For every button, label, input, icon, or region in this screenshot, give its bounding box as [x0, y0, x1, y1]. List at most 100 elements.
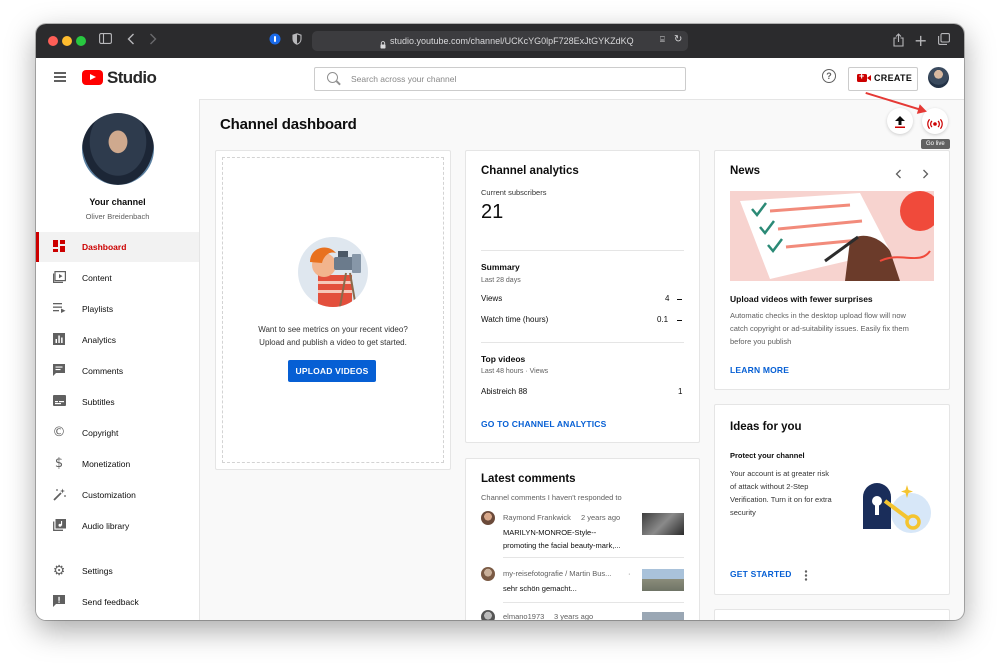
news-card: News Upload videos with fewer surprises — [714, 150, 950, 390]
ideas-body-line: Your account is at greater risk — [730, 469, 829, 478]
address-bar[interactable]: studio.youtube.com/channel/UCKcYG0lpF728… — [312, 31, 688, 51]
sidebar-item-content[interactable]: Content — [36, 263, 199, 293]
sidebar-item-comments[interactable]: Comments — [36, 356, 199, 386]
sidebar-item-monetization[interactable]: $ Monetization — [36, 449, 199, 479]
comments-subtitle: Channel comments I haven't responded to — [481, 493, 622, 502]
comment-time: 3 years ago — [554, 612, 594, 620]
sidebar-item-subtitles[interactable]: Subtitles — [36, 387, 199, 417]
minimize-window-button[interactable] — [62, 36, 72, 46]
comments-icon — [52, 364, 66, 378]
ideas-subtitle: Protect your channel — [730, 451, 805, 460]
feedback-icon — [52, 595, 66, 609]
comment-author[interactable]: my-reisefotografie / Martin Bus... — [503, 569, 611, 578]
monetization-icon: $ — [54, 456, 64, 471]
comment-time-dot: · — [628, 569, 631, 578]
sidebar-icon[interactable] — [98, 33, 112, 49]
upload-videos-card: Want to see metrics on your recent video… — [215, 150, 451, 470]
analytics-icon — [52, 333, 66, 347]
chevron-right-icon[interactable] — [921, 166, 929, 184]
comment-author[interactable]: Raymond Frankwick — [503, 513, 571, 522]
sidebar-item-analytics[interactable]: Analytics — [36, 325, 199, 355]
upload-hint-line1: Want to see metrics on your recent video… — [258, 325, 408, 334]
sidebar-item-label: Subtitles — [82, 397, 115, 407]
next-card — [714, 609, 950, 620]
playlists-icon — [52, 302, 66, 316]
comment-author[interactable]: elmano1973 — [503, 612, 544, 620]
sidebar-item-dashboard[interactable]: Dashboard — [36, 232, 199, 262]
close-window-button[interactable] — [48, 36, 58, 46]
go-live-tooltip: Go live — [921, 139, 950, 149]
video-camera-icon — [857, 71, 871, 82]
video-thumbnail[interactable] — [642, 513, 684, 535]
sidebar-item-label: Send feedback — [82, 597, 139, 607]
account-avatar[interactable] — [928, 67, 949, 88]
shield-icon[interactable] — [291, 33, 303, 49]
sidebar-item-settings[interactable]: ⚙ Settings — [36, 556, 199, 586]
comments-title: Latest comments — [481, 473, 576, 485]
news-body-line: catch copyright or ad-suitability issues… — [730, 324, 909, 333]
password-icon[interactable] — [268, 33, 282, 49]
ideas-body-line: security — [730, 508, 756, 517]
dashboard-icon — [52, 240, 66, 254]
create-button[interactable]: CREATE — [848, 67, 918, 91]
search-input[interactable] — [351, 71, 671, 86]
learn-more-link[interactable]: LEARN MORE — [730, 365, 789, 375]
sidebar-item-label: Monetization — [82, 459, 131, 469]
search-box[interactable] — [314, 67, 686, 91]
commenter-avatar[interactable] — [481, 610, 495, 620]
top-video-views: 1 — [678, 387, 683, 396]
upload-button[interactable] — [887, 108, 913, 134]
views-value: 4 — [665, 294, 670, 303]
trend-dash — [677, 299, 682, 300]
more-options-icon[interactable] — [804, 568, 808, 586]
forward-icon[interactable] — [148, 33, 158, 49]
channel-owner-name: Oliver Breidenbach — [85, 212, 150, 221]
sidebar-item-copyright[interactable]: © Copyright — [36, 418, 199, 448]
ideas-body-line: of attack without 2-Step — [730, 482, 809, 491]
channel-analytics-card: Channel analytics Current subscribers 21… — [465, 150, 700, 443]
commenter-avatar[interactable] — [481, 567, 495, 581]
go-to-analytics-link[interactable]: GO TO CHANNEL ANALYTICS — [481, 419, 607, 429]
sidebar-item-label: Customization — [82, 490, 136, 500]
sidebar-item-label: Audio library — [82, 521, 130, 531]
sidebar-item-customization[interactable]: Customization — [36, 480, 199, 510]
get-started-link[interactable]: GET STARTED — [730, 569, 792, 579]
sidebar-item-send-feedback[interactable]: Send feedback — [36, 587, 199, 617]
sidebar-item-playlists[interactable]: Playlists — [36, 294, 199, 324]
comment-time: 2 years ago — [581, 513, 621, 522]
channel-avatar[interactable] — [82, 113, 154, 185]
menu-icon[interactable] — [54, 72, 66, 82]
youtube-logo-icon — [82, 70, 103, 85]
upload-videos-button[interactable]: UPLOAD VIDEOS — [288, 360, 376, 382]
summary-period: Last 28 days — [481, 277, 521, 284]
video-thumbnail[interactable] — [642, 612, 684, 620]
sidebar-item-label: Analytics — [82, 335, 117, 345]
share-icon[interactable] — [892, 33, 904, 49]
top-video-title[interactable]: Abistreich 88 — [481, 387, 527, 396]
back-icon[interactable] — [126, 33, 136, 49]
help-icon[interactable]: ? — [822, 69, 836, 83]
watch-time-label: Watch time (hours) — [481, 315, 549, 324]
news-body-line: before you publish — [730, 337, 792, 346]
sidebar-item-label: Comments — [82, 366, 124, 376]
comment-text: sehr schön gemacht... — [503, 584, 577, 593]
sidebar-item-audio-library[interactable]: Audio library — [36, 511, 199, 541]
chevron-left-icon[interactable] — [895, 166, 903, 184]
news-title: News — [730, 165, 761, 177]
new-tab-icon[interactable]: + — [914, 33, 927, 49]
copyright-icon: © — [52, 425, 66, 440]
summary-title: Summary — [481, 262, 520, 272]
search-icon[interactable] — [327, 72, 338, 83]
zoom-window-button[interactable] — [76, 36, 86, 46]
browser-window: studio.youtube.com/channel/UCKcYG0lpF728… — [36, 24, 964, 620]
commenter-avatar[interactable] — [481, 511, 495, 525]
top-videos-title: Top videos — [481, 354, 526, 364]
comment-text: MARILYN-MONROE-Style-- — [503, 528, 597, 537]
trend-dash — [677, 320, 682, 321]
reload-icon[interactable]: ↻ — [674, 34, 682, 45]
video-thumbnail[interactable] — [642, 569, 684, 591]
customization-icon — [52, 488, 66, 502]
tabs-icon[interactable] — [938, 33, 950, 49]
translate-icon[interactable]: ⌸ — [660, 35, 665, 45]
subscribers-label: Current subscribers — [481, 188, 547, 197]
